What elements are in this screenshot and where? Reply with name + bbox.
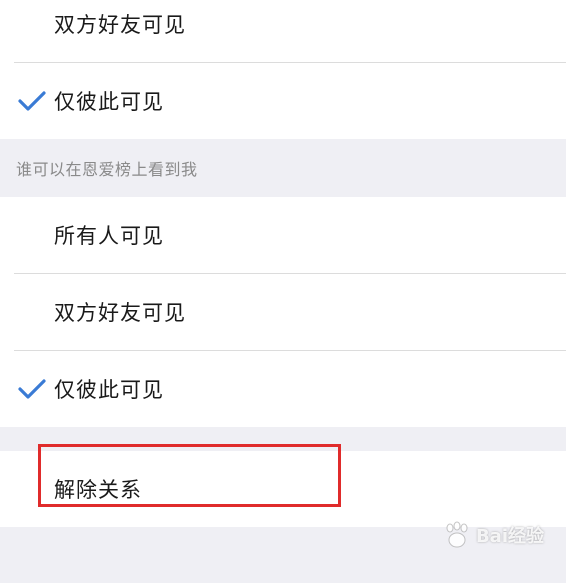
top-options-group: 双方好友可见 仅彼此可见 — [0, 0, 566, 139]
option-only-each-other-visible[interactable]: 仅彼此可见 — [0, 351, 566, 427]
option-only-each-other-visible[interactable]: 仅彼此可见 — [0, 63, 566, 139]
option-label: 仅彼此可见 — [54, 378, 164, 402]
paw-logo-icon — [446, 521, 468, 548]
option-label: 所有人可见 — [54, 224, 164, 248]
watermark-text: Bai经验 — [475, 526, 544, 547]
option-mutual-friends-visible[interactable]: 双方好友可见 — [0, 274, 566, 350]
option-mutual-friends-visible[interactable]: 双方好友可见 — [0, 0, 566, 62]
action-label: 解除关系 — [54, 478, 142, 502]
baidu-watermark: Bai经验 — [442, 521, 544, 549]
checkmark-icon — [18, 379, 46, 399]
option-everyone-visible[interactable]: 所有人可见 — [0, 197, 566, 273]
option-label: 仅彼此可见 — [54, 90, 164, 114]
section-header: 谁可以在恩爱榜上看到我 — [16, 160, 198, 179]
checkmark-icon — [18, 91, 46, 111]
dissolve-relationship-button[interactable]: 解除关系 — [0, 451, 566, 527]
action-group: 解除关系 — [0, 451, 566, 527]
option-label: 双方好友可见 — [54, 301, 186, 325]
option-label: 双方好友可见 — [54, 13, 186, 37]
leaderboard-visibility-group: 所有人可见 双方好友可见 仅彼此可见 — [0, 197, 566, 427]
